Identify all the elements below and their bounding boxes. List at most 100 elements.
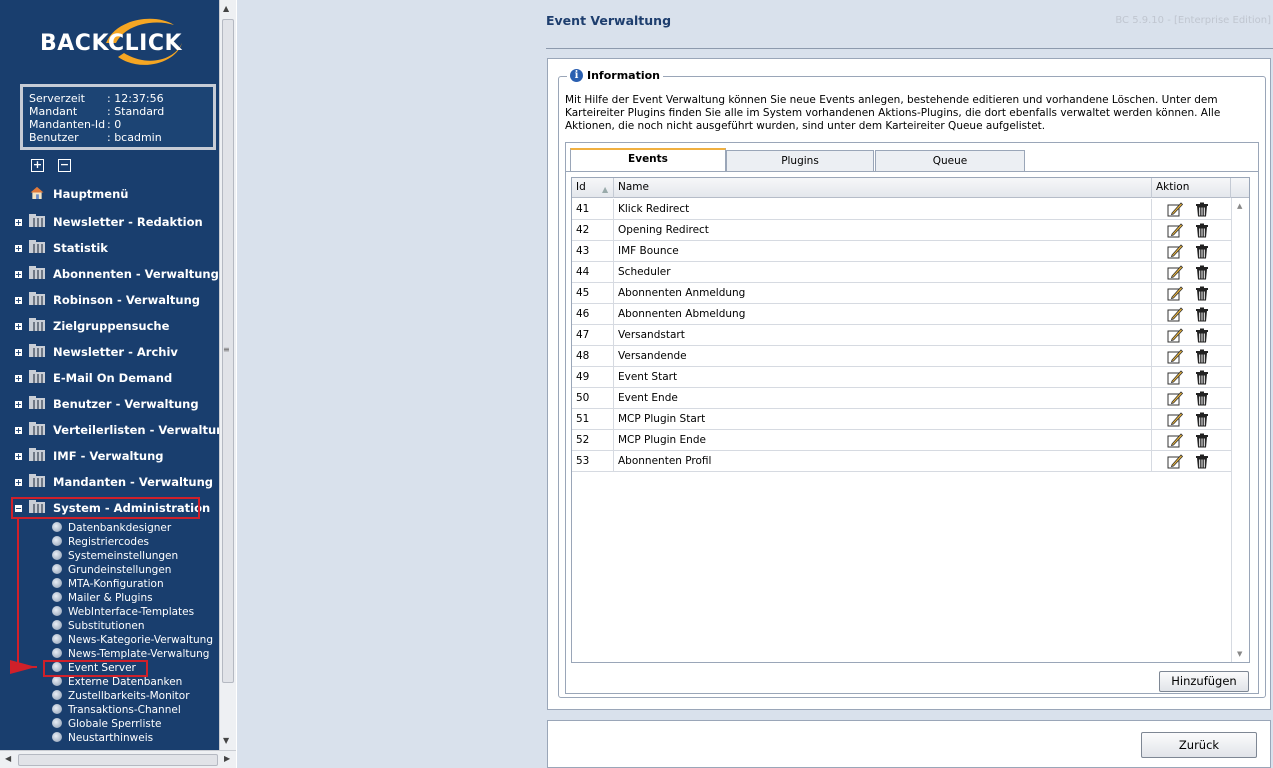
gear-icon	[52, 634, 62, 644]
edit-icon[interactable]	[1167, 223, 1184, 238]
nav-item-imf-verwaltung[interactable]: + IMF - Verwaltung	[0, 446, 219, 466]
table-row[interactable]: 47 Versandstart	[572, 325, 1231, 346]
table-row[interactable]: 41 Klick Redirect	[572, 199, 1231, 220]
trash-icon[interactable]	[1194, 328, 1210, 343]
expand-icon[interactable]: +	[15, 349, 22, 357]
scrollbar-thumb[interactable]	[18, 754, 218, 766]
tab-queue[interactable]: Queue	[875, 150, 1025, 171]
trash-icon[interactable]	[1194, 286, 1210, 301]
subnav-item[interactable]: Registriercodes	[52, 536, 149, 550]
trash-icon[interactable]	[1194, 349, 1210, 364]
scroll-down-icon[interactable]: ▼	[223, 736, 229, 745]
trash-icon[interactable]	[1194, 454, 1210, 469]
table-row[interactable]: 51 MCP Plugin Start	[572, 409, 1231, 430]
scroll-right-icon[interactable]: ▶	[224, 754, 230, 763]
back-button[interactable]: Zurück	[1141, 732, 1257, 758]
nav-item-newsletter-redaktion[interactable]: + Newsletter - Redaktion	[0, 212, 219, 232]
grip-icon: ≡	[223, 345, 230, 354]
subnav-item[interactable]: Substitutionen	[52, 620, 145, 634]
nav-item-e-mail-on-demand[interactable]: + E-Mail On Demand	[0, 368, 219, 388]
edit-icon[interactable]	[1167, 244, 1184, 259]
expand-icon[interactable]: +	[15, 297, 22, 305]
nav-item-verteilerlisten-verwaltung[interactable]: + Verteilerlisten - Verwaltung	[0, 420, 219, 440]
trash-icon[interactable]	[1194, 412, 1210, 427]
table-row[interactable]: 43 IMF Bounce	[572, 241, 1231, 262]
scroll-down-icon[interactable]: ▼	[1237, 650, 1242, 658]
expand-icon[interactable]: +	[15, 245, 22, 253]
expand-icon[interactable]: +	[15, 453, 22, 461]
expand-icon[interactable]: +	[15, 271, 22, 279]
subnav-item[interactable]: WebInterface-Templates	[52, 606, 194, 620]
nav-item-robinson-verwaltung[interactable]: + Robinson - Verwaltung	[0, 290, 219, 310]
table-row[interactable]: 49 Event Start	[572, 367, 1231, 388]
table-row[interactable]: 44 Scheduler	[572, 262, 1231, 283]
nav-item-mandanten-verwaltung[interactable]: + Mandanten - Verwaltung	[0, 472, 219, 492]
tab-plugins[interactable]: Plugins	[726, 150, 874, 171]
subnav-item[interactable]: Transaktions-Channel	[52, 704, 181, 718]
events-grid: Id ▲ Name Aktion 41 Klick Redirect 42 Openi…	[571, 177, 1250, 663]
nav-item-statistik[interactable]: + Statistik	[0, 238, 219, 258]
tab-events[interactable]: Events	[570, 148, 726, 171]
scroll-up-icon[interactable]: ▲	[1237, 202, 1242, 210]
scroll-left-icon[interactable]: ◀	[5, 754, 11, 763]
expand-icon[interactable]: +	[15, 375, 22, 383]
edit-icon[interactable]	[1167, 454, 1184, 469]
trash-icon[interactable]	[1194, 391, 1210, 406]
edit-icon[interactable]	[1167, 412, 1184, 427]
subnav-item[interactable]: News-Kategorie-Verwaltung	[52, 634, 213, 648]
trash-icon[interactable]	[1194, 433, 1210, 448]
session-info-row: Mandanten-Id: 0	[29, 118, 207, 131]
nav-item-abonnenten-verwaltung[interactable]: + Abonnenten - Verwaltung	[0, 264, 219, 284]
edit-icon[interactable]	[1167, 202, 1184, 217]
edit-icon[interactable]	[1167, 328, 1184, 343]
add-button[interactable]: Hinzufügen	[1159, 671, 1249, 692]
column-header-aktion[interactable]: Aktion	[1152, 178, 1231, 198]
edit-icon[interactable]	[1167, 286, 1184, 301]
expand-icon[interactable]: +	[15, 427, 22, 435]
expand-icon[interactable]: +	[15, 479, 22, 487]
subnav-item[interactable]: Neustarthinweis	[52, 732, 153, 746]
nav-item-zielgruppensuche[interactable]: + Zielgruppensuche	[0, 316, 219, 336]
trash-icon[interactable]	[1194, 202, 1210, 217]
table-row[interactable]: 50 Event Ende	[572, 388, 1231, 409]
column-header-id[interactable]: Id ▲	[572, 178, 614, 198]
nav-item-newsletter-archiv[interactable]: + Newsletter - Archiv	[0, 342, 219, 362]
trash-icon[interactable]	[1194, 265, 1210, 280]
subnav-item[interactable]: Systemeinstellungen	[52, 550, 178, 564]
expand-icon[interactable]: +	[15, 401, 22, 409]
trash-icon[interactable]	[1194, 244, 1210, 259]
edit-icon[interactable]	[1167, 307, 1184, 322]
table-row[interactable]: 53 Abonnenten Profil	[572, 451, 1231, 472]
table-row[interactable]: 45 Abonnenten Anmeldung	[572, 283, 1231, 304]
expand-icon[interactable]: +	[15, 323, 22, 331]
edit-icon[interactable]	[1167, 265, 1184, 280]
expand-all-icon[interactable]: +	[31, 159, 44, 172]
edit-icon[interactable]	[1167, 433, 1184, 448]
subnav-item[interactable]: Globale Sperrliste	[52, 718, 161, 732]
table-row[interactable]: 42 Opening Redirect	[572, 220, 1231, 241]
sidebar-vertical-scrollbar[interactable]: ▲ ≡ ▼	[219, 0, 236, 750]
edit-icon[interactable]	[1167, 391, 1184, 406]
subnav-item[interactable]: Mailer & Plugins	[52, 592, 153, 606]
table-row[interactable]: 46 Abonnenten Abmeldung	[572, 304, 1231, 325]
subnav-item[interactable]: MTA-Konfiguration	[52, 578, 164, 592]
trash-icon[interactable]	[1194, 223, 1210, 238]
sidebar-horizontal-scrollbar[interactable]: ◀ ▶	[0, 750, 236, 768]
subnav-item[interactable]: Zustellbarkeits-Monitor	[52, 690, 190, 704]
grid-scrollbar[interactable]: ▲ ▼	[1231, 198, 1248, 662]
subnav-item[interactable]: Grundeinstellungen	[52, 564, 171, 578]
edit-icon[interactable]	[1167, 370, 1184, 385]
table-row[interactable]: 52 MCP Plugin Ende	[572, 430, 1231, 451]
nav-item-benutzer-verwaltung[interactable]: + Benutzer - Verwaltung	[0, 394, 219, 414]
nav-home[interactable]: Hauptmenü	[0, 184, 219, 204]
column-header-name[interactable]: Name	[614, 178, 1152, 198]
table-row[interactable]: 48 Versandende	[572, 346, 1231, 367]
trash-icon[interactable]	[1194, 307, 1210, 322]
expand-icon[interactable]: +	[15, 219, 22, 227]
trash-icon[interactable]	[1194, 370, 1210, 385]
collapse-all-icon[interactable]: −	[58, 159, 71, 172]
edit-icon[interactable]	[1167, 349, 1184, 364]
subnav-item[interactable]: Datenbankdesigner	[52, 522, 171, 536]
subnav-item[interactable]: Externe Datenbanken	[52, 676, 182, 690]
scroll-up-icon[interactable]: ▲	[223, 4, 229, 13]
